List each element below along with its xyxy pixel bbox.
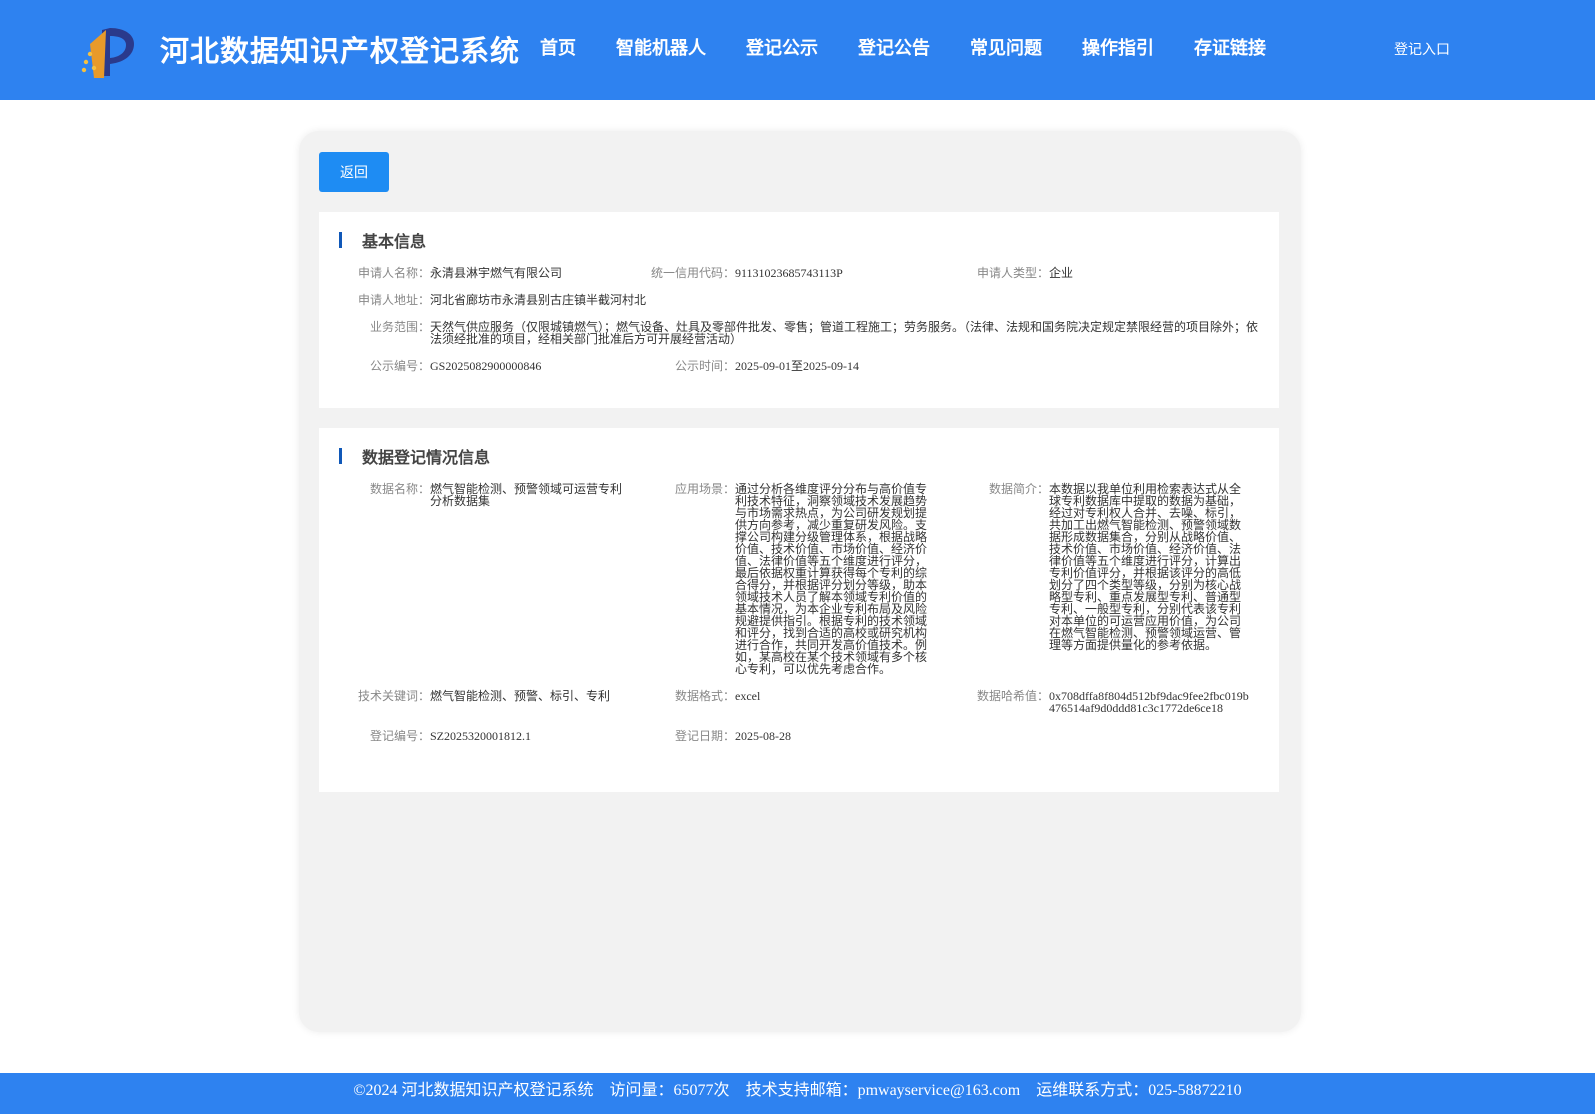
field-value: 本数据以我单位利用检索表达式从全球专利数据库中提取的数据为基础，经过对专利权人合… (1049, 482, 1242, 652)
field-label: 数据简介： (988, 482, 1049, 496)
section-marker (339, 448, 342, 464)
field-scenario: 应用场景： 通过分析各维度评分分布与高价值专利技术特征，洞察领域技术发展趋势与市… (649, 483, 931, 675)
field-label: 申请人类型： (976, 266, 1049, 280)
field-label: 登记编号： (369, 729, 430, 743)
field-value: 2025-08-28 (735, 729, 791, 743)
field-label: 业务范围： (369, 320, 430, 334)
field-address: 申请人地址： 河北省廊坊市永清县别古庄镇半截河村北 (339, 294, 930, 306)
data-info-header: 数据登记情况信息 (339, 446, 491, 467)
site-title: 河北数据知识产权登记系统 (160, 36, 521, 68)
back-button[interactable]: 返回 (319, 152, 389, 192)
field-applicant-type: 申请人类型： 企业 (949, 267, 1249, 279)
section-marker (339, 232, 342, 248)
nav-publicity[interactable]: 登记公示 (746, 34, 818, 60)
field-label: 申请人名称： (357, 266, 430, 280)
footer-email: 技术支持邮箱：pmwayservice@163.com (745, 1082, 1021, 1099)
field-label: 技术关键词： (357, 689, 430, 703)
field-notice-no: 公示编号： GS2025082900000846 (339, 360, 650, 372)
site-logo[interactable] (80, 24, 138, 82)
basic-info-panel: 基本信息 申请人名称： 永清县淋宇燃气有限公司 统一信用代码： 91131023… (319, 212, 1279, 408)
field-notice-time: 公示时间： 2025-09-01至2025-09-14 (649, 360, 955, 372)
field-reg-no: 登记编号： SZ2025320001812.1 (339, 730, 630, 742)
field-value: 2025-09-01至2025-09-14 (735, 359, 859, 373)
field-label: 数据格式： (674, 689, 735, 703)
basic-info-title: 基本信息 (362, 234, 427, 251)
field-scope: 业务范围： 天然气供应服务（仅限城镇燃气）；燃气设备、灶具及零部件批发、零售；管… (339, 321, 1260, 345)
field-value: excel (735, 689, 761, 703)
field-value: 燃气智能检测、预警领域可运营专利分析数据集 (430, 482, 623, 508)
field-label: 申请人地址： (357, 293, 430, 307)
nav-faq[interactable]: 常见问题 (970, 34, 1042, 60)
field-label: 公示时间： (674, 359, 735, 373)
data-info-panel: 数据登记情况信息 数据名称： 燃气智能检测、预警领域可运营专利分析数据集 应用场… (319, 428, 1279, 792)
nav-robot[interactable]: 智能机器人 (616, 34, 706, 60)
field-credit-code: 统一信用代码： 91131023685743113P (635, 267, 955, 279)
nav-evidence-link[interactable]: 存证链接 (1194, 34, 1266, 60)
field-format: 数据格式： excel (649, 690, 931, 702)
field-hash: 数据哈希值： 0x708dffa8f804d512bf9dac9fee2fbc0… (949, 690, 1251, 714)
field-label: 数据哈希值： (976, 689, 1049, 703)
field-value: 91131023685743113P (735, 266, 843, 280)
field-label: 登记日期： (674, 729, 735, 743)
field-value: 永清县淋宇燃气有限公司 (430, 266, 563, 280)
nav-guide[interactable]: 操作指引 (1082, 34, 1154, 60)
basic-info-header: 基本信息 (339, 230, 427, 251)
field-value: GS2025082900000846 (430, 359, 542, 373)
field-value: 0x708dffa8f804d512bf9dac9fee2fbc019b4765… (1049, 689, 1249, 715)
field-keywords: 技术关键词： 燃气智能检测、预警、标引、专利 (339, 690, 630, 702)
field-value: 河北省廊坊市永清县别古庄镇半截河村北 (430, 293, 647, 307)
field-value: SZ2025320001812.1 (430, 729, 532, 743)
field-intro: 数据简介： 本数据以我单位利用检索表达式从全球专利数据库中提取的数据为基础，经过… (949, 483, 1245, 651)
login-link[interactable]: 登记入口 (1394, 39, 1450, 59)
field-value: 通过分析各维度评分分布与高价值专利技术特征，洞察领域技术发展趋势与市场需求热点，… (735, 482, 928, 676)
top-header: 河北数据知识产权登记系统 首页 智能机器人 登记公示 登记公告 常见问题 操作指… (0, 0, 1595, 100)
field-applicant-name: 申请人名称： 永清县淋宇燃气有限公司 (339, 267, 650, 279)
field-value: 企业 (1049, 266, 1074, 280)
field-label: 数据名称： (369, 482, 430, 496)
field-value: 燃气智能检测、预警、标引、专利 (430, 689, 611, 703)
footer-visits: 访问量：65077次 (609, 1082, 730, 1099)
field-data-name: 数据名称： 燃气智能检测、预警领域可运营专利分析数据集 (339, 483, 625, 507)
page-footer: ©2024 河北数据知识产权登记系统 访问量：65077次 技术支持邮箱：pmw… (0, 1073, 1595, 1114)
field-reg-date: 登记日期： 2025-08-28 (649, 730, 931, 742)
nav-announcement[interactable]: 登记公告 (858, 34, 930, 60)
footer-copyright: ©2024 河北数据知识产权登记系统 (353, 1082, 594, 1099)
main-nav: 首页 智能机器人 登记公示 登记公告 常见问题 操作指引 存证链接 (540, 34, 1306, 60)
field-label: 应用场景： (674, 482, 735, 496)
detail-card: 返回 基本信息 申请人名称： 永清县淋宇燃气有限公司 统一信用代码： 91131… (299, 131, 1301, 1032)
field-label: 公示编号： (369, 359, 430, 373)
footer-phone: 运维联系方式：025-58872210 (1036, 1082, 1242, 1099)
field-label: 统一信用代码： (650, 266, 735, 280)
data-info-title: 数据登记情况信息 (362, 450, 491, 467)
nav-home[interactable]: 首页 (540, 34, 576, 60)
field-value: 天然气供应服务（仅限城镇燃气）；燃气设备、灶具及零部件批发、零售；管道工程施工；… (430, 320, 1259, 346)
